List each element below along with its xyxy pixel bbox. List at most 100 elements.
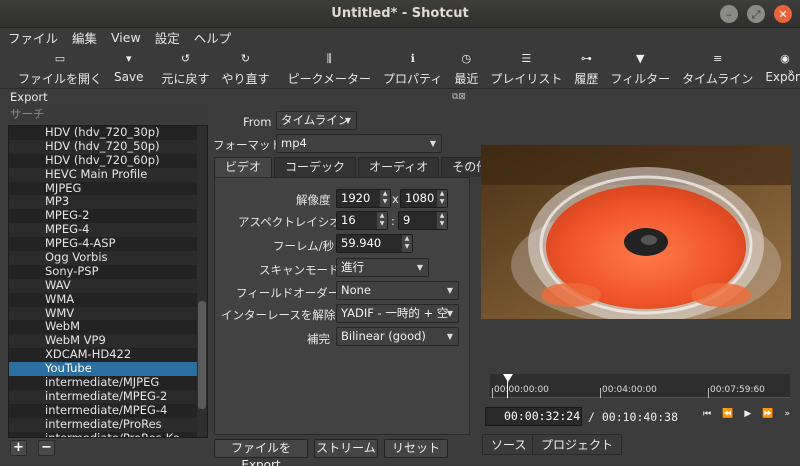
minimize-button[interactable]: – <box>720 5 738 23</box>
playlist-button[interactable]: ☰ プレイリスト <box>484 47 568 87</box>
preset-list-item[interactable]: WMA <box>9 292 207 307</box>
stream-button[interactable]: ストリーム <box>314 439 378 458</box>
title-bar: Untitled* - Shotcut – ⤢ ✕ <box>0 0 800 28</box>
preset-list-item[interactable]: MPEG-4-ASP <box>9 236 207 251</box>
menu-file[interactable]: ファイル <box>8 28 58 47</box>
preset-list-item[interactable]: WMV <box>9 306 207 321</box>
ruler-label-end: 00:07:59:60 <box>710 385 765 395</box>
deinterlace-combo[interactable]: YADIF - 一時的 + 空 ▼ <box>336 304 459 323</box>
video-preview[interactable] <box>481 145 791 319</box>
preset-list-item[interactable]: MPEG-2 <box>9 208 207 223</box>
aspect-width-spinbox[interactable]: 16 ▲ ▼ <box>336 211 388 230</box>
peak-meter-icon: ⫼ <box>326 52 332 65</box>
undo-button[interactable]: ↺ 元に戻す <box>155 47 215 87</box>
field-order-label: フィールドオーダー <box>236 286 340 300</box>
list-icon: ☰ <box>521 52 532 65</box>
preset-list-item[interactable]: WAV <box>9 278 207 293</box>
open-file-button[interactable]: ▭ ファイルを開く <box>12 47 108 87</box>
timeline-button[interactable]: ≡ タイムライン <box>676 47 759 87</box>
preset-list-item[interactable]: XDCAM-HD422 <box>9 347 207 362</box>
recent-button[interactable]: ◷ 最近 <box>448 47 484 87</box>
toolbar-overflow-icon[interactable]: » <box>788 67 794 78</box>
more-icon[interactable]: » <box>784 409 790 419</box>
tab-codec[interactable]: コーデック <box>274 157 357 177</box>
preset-list-item[interactable]: YouTube <box>9 361 207 377</box>
tab-audio[interactable]: オーディオ <box>358 157 440 177</box>
fast-forward-icon[interactable]: ⏩ <box>762 409 773 419</box>
play-icon[interactable]: ▶ <box>744 409 751 419</box>
chevron-down-icon: ▼ <box>446 309 453 318</box>
menu-edit[interactable]: 編集 <box>72 28 97 47</box>
close-button[interactable]: ✕ <box>774 5 792 23</box>
reset-button[interactable]: リセット <box>384 439 448 458</box>
preset-list-item[interactable]: WebM VP9 <box>9 333 207 349</box>
chevron-down-icon: ▼ <box>446 286 453 295</box>
fps-spinbox[interactable]: 59.940 ▲ ▼ <box>336 234 413 253</box>
skip-previous-icon[interactable]: ⏮ <box>703 409 711 419</box>
add-preset-button[interactable]: + <box>10 440 27 456</box>
history-icon: ⊶ <box>580 52 592 65</box>
save-button[interactable]: ▾ Save <box>108 47 149 84</box>
from-combo[interactable]: タイムライン ▼ <box>276 111 357 130</box>
playhead-line <box>507 380 508 398</box>
preset-list-item[interactable]: intermediate/MPEG-4 <box>9 403 207 418</box>
preset-list-item[interactable]: HDV (hdv_720_50p) <box>9 139 207 154</box>
format-combo[interactable]: mp4 ▼ <box>276 134 442 153</box>
preset-list-item[interactable]: HEVC Main Profile <box>9 167 207 182</box>
toolbar: ▭ ファイルを開く ▾ Save ↺ 元に戻す ↻ やり直す ⫼ ピークメーター ℹ プロパ… <box>0 47 800 89</box>
preset-list-item[interactable]: MPEG-4 <box>9 222 207 238</box>
export-icon: ◉ <box>780 52 790 65</box>
chevron-down-icon: ▼ <box>446 332 453 341</box>
undo-icon: ↺ <box>180 52 191 65</box>
preset-search-input[interactable]: サーチ <box>8 105 208 123</box>
maximize-button[interactable]: ⤢ <box>747 5 765 23</box>
height-spinbox[interactable]: 1080 ▲ ▼ <box>400 189 448 208</box>
preset-list-item[interactable]: MP3 <box>9 195 207 210</box>
menu-help[interactable]: ヘルプ <box>194 28 232 47</box>
aspect-height-spinbox[interactable]: 9 ▲ ▼ <box>398 211 448 230</box>
redo-button[interactable]: ↻ やり直す <box>216 47 276 87</box>
window-title: Untitled* - Shotcut <box>331 6 469 21</box>
rewind-icon[interactable]: ⏪ <box>722 409 733 419</box>
filters-button[interactable]: ▼ フィルター <box>604 47 676 87</box>
timeline-ruler[interactable]: 00:00:00:00 00:04:00:00 00:07:59:60 <box>490 374 790 398</box>
peak-meter-button[interactable]: ⫼ ピークメーター <box>282 47 378 87</box>
clock-icon: ◷ <box>461 52 472 65</box>
history-button[interactable]: ⊶ 履歴 <box>568 47 604 87</box>
tab-source[interactable]: ソース <box>482 434 536 455</box>
playhead-icon[interactable] <box>503 374 513 382</box>
transport-controls: ⏮ ⏪ ▶ ⏩ » <box>703 409 790 419</box>
remove-preset-button[interactable]: − <box>38 440 55 456</box>
preset-list-item[interactable]: MJPEG <box>9 181 207 196</box>
menu-settings[interactable]: 設定 <box>155 28 180 47</box>
shotcut-window: Untitled* - Shotcut – ⤢ ✕ ファイル 編集 View 設… <box>0 0 800 466</box>
scan-mode-label: スキャンモード <box>259 263 340 277</box>
dock-float-close-icons[interactable]: ⧉⊠ <box>452 92 466 102</box>
tab-video[interactable]: ビデオ <box>214 157 273 177</box>
preset-scrollbar[interactable] <box>197 126 207 437</box>
preset-list-item[interactable]: intermediate/MPEG-2 <box>9 389 207 404</box>
preset-list-item[interactable]: HDV (hdv_720_60p) <box>9 153 207 168</box>
export-button[interactable]: ◉Export <box>759 47 800 84</box>
scan-mode-combo[interactable]: 進行 ▼ <box>336 258 429 277</box>
export-file-button[interactable]: ファイルをExport <box>214 439 308 466</box>
fps-label: フーレム/秒 <box>273 239 335 253</box>
field-order-combo[interactable]: None ▼ <box>336 281 459 300</box>
save-icon: ▾ <box>125 52 132 65</box>
preset-list-item[interactable]: intermediate/ProRes <box>9 417 207 432</box>
menu-view[interactable]: View <box>111 30 141 45</box>
tab-project[interactable]: プロジェクト <box>532 434 623 455</box>
width-spinbox[interactable]: 1920 ▲ ▼ <box>336 189 391 208</box>
preset-list-item[interactable]: Sony-PSP <box>9 264 207 279</box>
preset-list[interactable]: HDV (hdv_720_30p) HDV (hdv_720_50p) HDV (h… <box>8 125 208 438</box>
preset-list-item[interactable]: WebM <box>9 320 207 334</box>
properties-button[interactable]: ℹ プロパティ <box>377 47 448 87</box>
preset-list-item[interactable]: intermediate/ProRes-Ko <box>9 431 207 437</box>
preset-list-item[interactable]: Ogg Vorbis <box>9 250 207 265</box>
preset-list-item[interactable]: HDV (hdv_720_30p) <box>9 126 207 140</box>
chevron-down-icon: ▼ <box>429 139 436 148</box>
position-timecode[interactable]: 00:00:32:24 <box>485 407 582 426</box>
ruler-label-start: 00:00:00:00 <box>494 385 549 395</box>
interpolation-combo[interactable]: Bilinear (good) ▼ <box>336 327 459 346</box>
preset-list-item[interactable]: intermediate/MJPEG <box>9 375 207 390</box>
